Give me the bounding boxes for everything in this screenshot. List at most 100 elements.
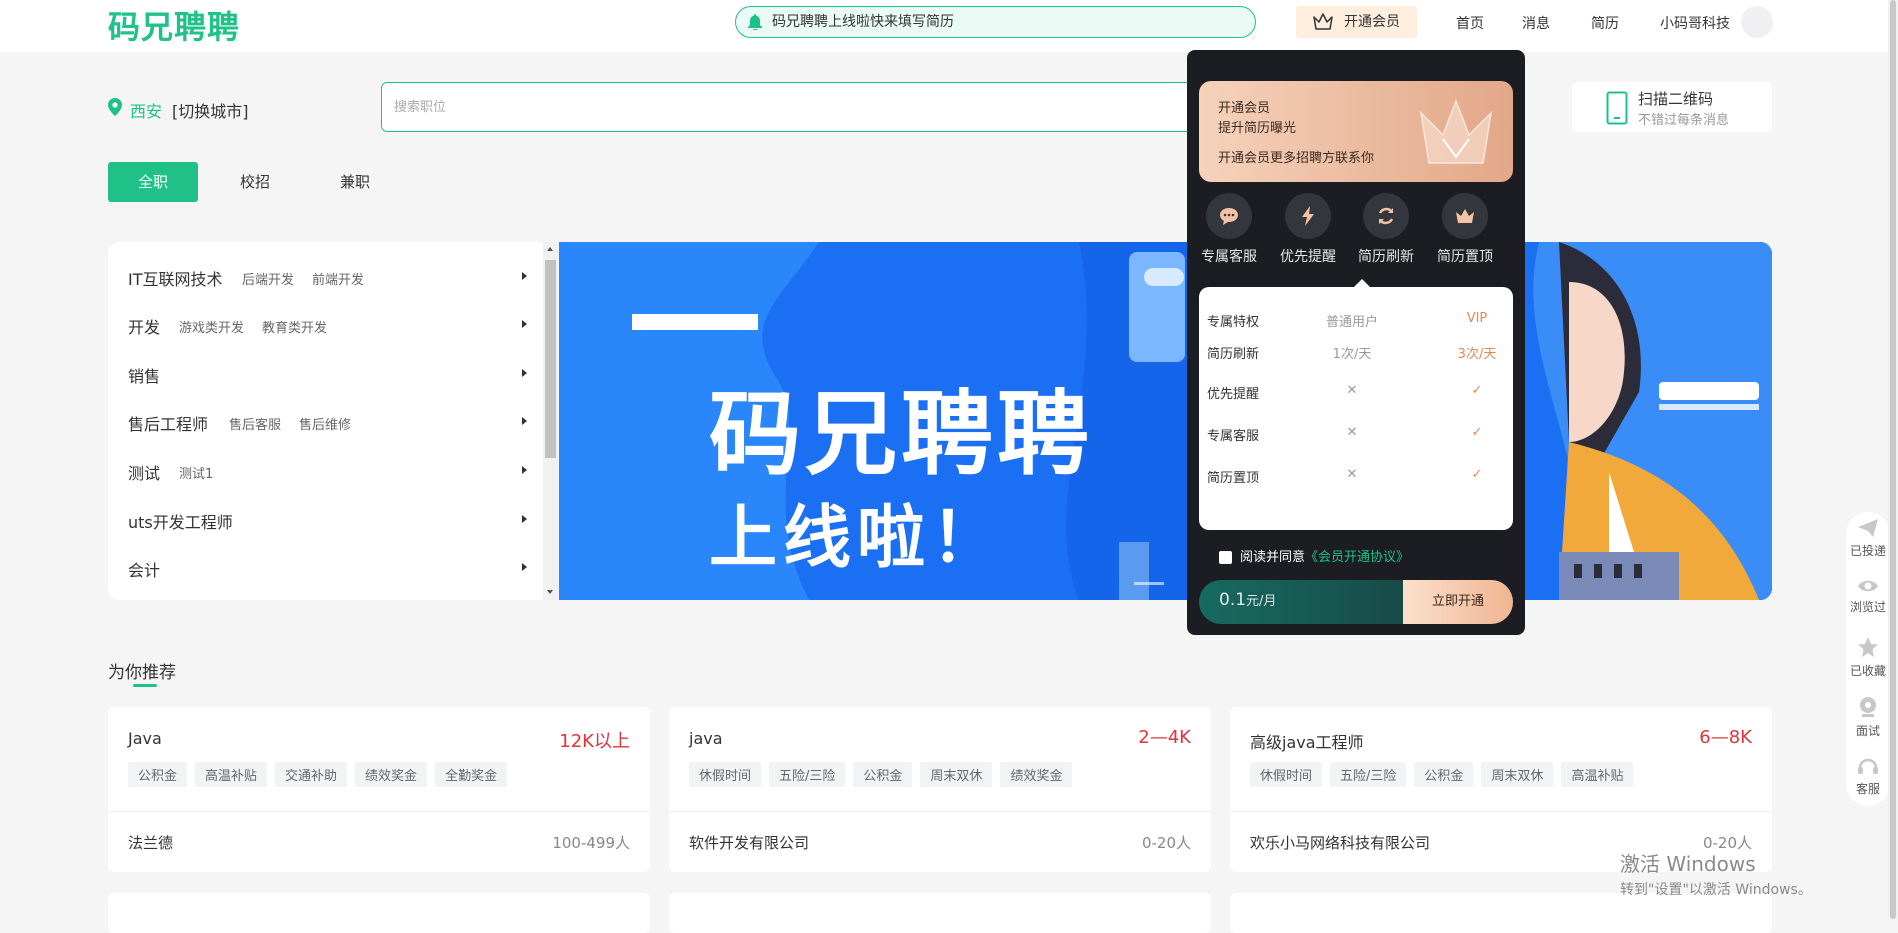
float-item-support[interactable]: 客服 (1846, 756, 1890, 797)
paper-plane-icon (1858, 519, 1878, 537)
bell-icon (748, 14, 762, 30)
header-vip: VIP (1466, 311, 1488, 326)
agreement-link[interactable]: 《会员开通协议》 (1305, 550, 1409, 565)
job-card[interactable] (108, 893, 650, 933)
category-item[interactable]: 测试 测试1 (128, 460, 528, 484)
logo[interactable]: 码兄聘聘 (108, 2, 240, 48)
benefit-tag: 高温补贴 (1561, 762, 1634, 787)
benefit-tag: 五险/三险 (769, 762, 846, 787)
table-header-row: 专属特权 普通用户 VIP (1207, 311, 1507, 331)
table-row: 专属客服 ✕ ✓ (1207, 425, 1507, 445)
page-scrollbar-thumb[interactable] (1890, 0, 1896, 919)
job-card[interactable] (1230, 893, 1772, 933)
switch-city-link[interactable]: [切换城市] (172, 98, 249, 122)
category-item[interactable]: 会计 (128, 557, 528, 581)
scroll-down-arrow-icon[interactable] (547, 590, 553, 594)
notice-bar[interactable]: 码兄聘聘上线啦快来填写简历 (735, 6, 1256, 38)
category-item[interactable]: 开发 游戏类开发 教育类开发 (128, 314, 528, 338)
subcategory-link[interactable]: 售后客服 (229, 418, 281, 433)
privilege-name: 专属客服 (1207, 429, 1260, 444)
windows-activation-watermark: 激活 Windows 转到"设置"以激活 Windows。 (1620, 848, 1812, 899)
banner-subtitle: 上线啦！ (709, 499, 1006, 578)
nav-resume[interactable]: 简历 (1591, 13, 1619, 33)
page-scrollbar[interactable] (1888, 0, 1898, 919)
header-normal: 普通用户 (1325, 315, 1378, 330)
float-label: 已投递 (1849, 544, 1886, 558)
benefit-tag: 五险/三险 (1330, 762, 1407, 787)
caret-right-icon (522, 272, 527, 280)
city-name[interactable]: 西安 (130, 98, 162, 122)
category-name: 销售 (128, 367, 161, 386)
qr-title: 扫描二维码 (1638, 90, 1714, 108)
headset-icon (1858, 758, 1878, 774)
perk-item[interactable]: 专属客服 (1194, 193, 1264, 266)
float-item-interview[interactable]: 面试 (1846, 696, 1890, 739)
caret-right-icon (522, 563, 527, 571)
open-vip-button[interactable]: 开通会员 (1296, 6, 1417, 38)
normal-value: 1次/天 (1332, 347, 1372, 362)
nav-messages[interactable]: 消息 (1522, 13, 1550, 33)
perk-item[interactable]: 简历置顶 (1430, 193, 1500, 266)
agree-text: 阅读并同意 (1240, 550, 1306, 565)
subcategory-link[interactable]: 售后维修 (299, 418, 351, 433)
scrollbar-thumb[interactable] (545, 260, 556, 458)
privilege-comparison-table: 专属特权 普通用户 VIP 简历刷新 1次/天 3次/天 优先提醒 ✕ ✓ 专属… (1199, 287, 1513, 530)
qr-code-box[interactable]: 扫描二维码 不错过每条消息 (1572, 82, 1772, 132)
avatar[interactable] (1741, 6, 1773, 38)
category-item[interactable]: uts开发工程师 (128, 509, 528, 533)
job-card[interactable] (669, 893, 1211, 933)
tab-parttime[interactable]: 兼职 (310, 162, 400, 202)
vip-promo-banner: 开通会员 提升简历曝光 开通会员更多招聘方联系你 (1199, 81, 1513, 182)
check-icon: ✓ (1471, 425, 1483, 440)
table-row: 优先提醒 ✕ ✓ (1207, 383, 1507, 403)
divider (108, 811, 650, 812)
float-label: 浏览过 (1849, 600, 1886, 614)
tab-fulltime[interactable]: 全职 (108, 162, 198, 202)
category-item[interactable]: 售后工程师 售后客服 售后维修 (128, 411, 528, 435)
hero-banner[interactable]: 码兄聘聘 上线啦！ (559, 242, 1772, 600)
caret-right-icon (522, 466, 527, 474)
subcategory-link[interactable]: 教育类开发 (262, 321, 327, 336)
header-privilege: 专属特权 (1207, 315, 1260, 330)
float-label: 面试 (1855, 724, 1880, 738)
job-title: Java (128, 729, 162, 748)
section-title: 为你推荐 (108, 663, 176, 683)
tab-campus[interactable]: 校招 (210, 162, 300, 202)
category-item[interactable]: 销售 (128, 363, 528, 387)
category-item[interactable]: IT互联网技术 后端开发 前端开发 (128, 266, 528, 290)
benefit-tag: 公积金 (1414, 762, 1474, 787)
float-item-delivered[interactable]: 已投递 (1846, 518, 1890, 559)
divider (1230, 811, 1772, 812)
subcategory-link[interactable]: 前端开发 (312, 273, 364, 288)
table-row: 简历置顶 ✕ ✓ (1207, 467, 1507, 487)
job-card[interactable]: Java 12K以上 公积金 高温补贴 交通补助 绩效奖金 全勤奖金 法兰德 100-4… (108, 707, 650, 872)
crown-icon (1456, 209, 1474, 223)
open-vip-label: 开通会员 (1344, 14, 1400, 30)
float-item-favorites[interactable]: 已收藏 (1846, 636, 1890, 679)
vip-popup: 开通会员 提升简历曝光 开通会员更多招聘方联系你 专属客服 优先提醒 简历刷新 … (1187, 50, 1525, 635)
subcategory-link[interactable]: 游戏类开发 (179, 321, 244, 336)
right-float-bar: 已投递 浏览过 已收藏 面试 客服 (1846, 512, 1890, 806)
category-name: IT互联网技术 (128, 270, 223, 289)
agree-checkbox[interactable] (1219, 551, 1232, 564)
notice-text: 码兄聘聘上线啦快来填写简历 (772, 14, 954, 30)
nav-home[interactable]: 首页 (1456, 13, 1484, 33)
category-name: 开发 (128, 318, 161, 337)
subcategory-link[interactable]: 后端开发 (242, 273, 294, 288)
watermark-line2: 转到"设置"以激活 Windows。 (1620, 882, 1812, 898)
search-input[interactable] (382, 83, 1200, 131)
crown-illustration-icon (1419, 98, 1493, 164)
perk-item[interactable]: 简历刷新 (1351, 193, 1421, 266)
job-card[interactable]: java 2—4K 休假时间 五险/三险 公积金 周末双休 绩效奖金 软件开发有限公司 … (669, 707, 1211, 872)
float-item-viewed[interactable]: 浏览过 (1846, 578, 1890, 615)
top-header: 码兄聘聘 码兄聘聘上线啦快来填写简历 开通会员 首页 消息 简历 小码哥科技 (0, 0, 1898, 52)
caret-right-icon (522, 320, 527, 328)
subcategory-link[interactable]: 测试1 (179, 467, 213, 482)
company-name: 法兰德 (128, 834, 174, 852)
buy-now-button[interactable]: 立即开通 (1403, 580, 1513, 624)
category-scrollbar[interactable] (543, 242, 558, 600)
chat-icon (1220, 208, 1238, 225)
scroll-up-arrow-icon[interactable] (547, 247, 553, 251)
nav-company[interactable]: 小码哥科技 (1660, 13, 1730, 33)
perk-item[interactable]: 优先提醒 (1273, 193, 1343, 266)
